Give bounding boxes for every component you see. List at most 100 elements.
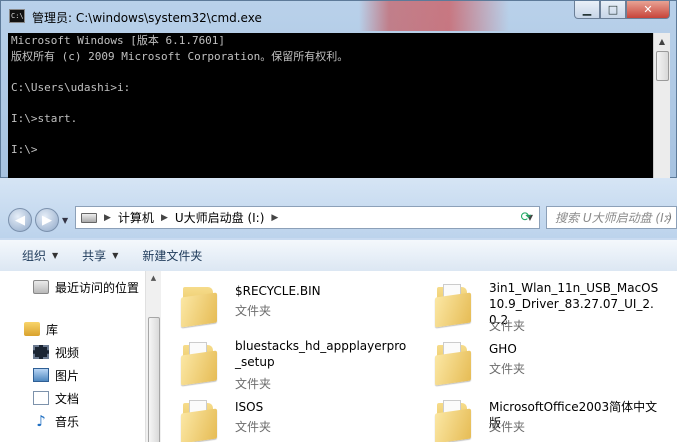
scrollbar-thumb[interactable] xyxy=(656,51,669,81)
folder-icon-front xyxy=(435,350,471,386)
nav-item-documents[interactable]: 文档 xyxy=(33,387,79,409)
console-line: 版权所有 (c) 2009 Microsoft Corporation。保留所有… xyxy=(11,49,349,63)
chevron-right-icon[interactable]: ▶ xyxy=(104,213,111,223)
folder-type: 文件夹 xyxy=(489,362,526,376)
folder-icon-front xyxy=(181,350,217,386)
address-bar[interactable]: ▶ 计算机 ▶ U大师启动盘 (I:) ▶ ▼ xyxy=(75,206,540,229)
breadcrumb-drive[interactable]: U大师启动盘 (I:) xyxy=(175,209,265,226)
navigation-pane-scrollbar[interactable]: ▲ xyxy=(145,271,161,442)
refresh-button[interactable]: ⟳ xyxy=(516,208,536,227)
arrow-left-icon: ◀ xyxy=(15,212,25,228)
console-prompt-line: I:\> xyxy=(11,142,38,156)
console-line: C:\Users\udashi>i: xyxy=(11,80,131,94)
explorer-navigation-bar: ◀ ▶ ▼ ▶ 计算机 ▶ U大师启动盘 (I:) ▶ ▼ ⟳ 搜索 U大师启动… xyxy=(0,178,677,238)
maximize-button[interactable]: □ xyxy=(600,1,626,19)
folder-icon xyxy=(435,341,475,386)
folder-icon xyxy=(435,399,475,442)
chevron-right-icon[interactable]: ▶ xyxy=(161,213,168,223)
folder-icon-front xyxy=(181,408,217,442)
pictures-library-icon xyxy=(33,368,49,382)
folder-item[interactable]: bluestacks_hd_appplayerpro_setup 文件夹 xyxy=(161,335,411,391)
explorer-window: ◀ ▶ ▼ ▶ 计算机 ▶ U大师启动盘 (I:) ▶ ▼ ⟳ 搜索 U大师启动… xyxy=(0,178,677,442)
search-input[interactable]: 搜索 U大师启动盘 (I:) ⌕ xyxy=(546,206,677,229)
folder-icon xyxy=(181,283,221,328)
folder-item[interactable]: GHO 文件夹 xyxy=(415,335,665,391)
recent-pages-dropdown-icon[interactable]: ▼ xyxy=(62,216,68,225)
folder-icon-front xyxy=(181,292,217,328)
folder-type: 文件夹 xyxy=(489,420,526,434)
folder-type: 文件夹 xyxy=(235,304,272,318)
nav-item-label: 库 xyxy=(46,322,59,337)
folder-item[interactable]: MicrosoftOffice2003简体中文版 文件夹 xyxy=(415,393,665,442)
cmd-title-bar[interactable]: C:\ 管理员: C:\windows\system32\cmd.exe ▁ □… xyxy=(1,1,676,33)
chevron-down-icon: ▼ xyxy=(112,251,119,260)
folder-icon xyxy=(181,399,221,442)
video-library-icon xyxy=(33,345,49,359)
recent-places-icon xyxy=(33,280,49,294)
forward-button[interactable]: ▶ xyxy=(35,208,59,232)
nav-item-label: 图片 xyxy=(55,368,80,383)
chevron-right-icon[interactable]: ▶ xyxy=(271,213,278,223)
nav-item-label: 最近访问的位置 xyxy=(55,280,140,295)
share-button[interactable]: 共享 ▼ xyxy=(70,247,130,264)
documents-library-icon xyxy=(33,391,49,405)
scroll-up-arrow-icon[interactable]: ▲ xyxy=(146,271,161,285)
back-button[interactable]: ◀ xyxy=(8,208,32,232)
folder-icon-front xyxy=(435,292,471,328)
music-note-icon: ♪ xyxy=(36,412,46,430)
file-list-pane: $RECYCLE.BIN 文件夹 3in1_Wlan_11n_USB_MacOS… xyxy=(161,271,677,442)
folder-item[interactable]: 3in1_Wlan_11n_USB_MacOS10.9_Driver_83.27… xyxy=(415,277,665,333)
folder-name: bluestacks_hd_appplayerpro_setup xyxy=(235,339,407,369)
window-controls: ▁ □ ✕ xyxy=(574,1,670,21)
cmd-window-title: 管理员: C:\windows\system32\cmd.exe xyxy=(32,11,262,25)
search-icon[interactable]: ⌕ xyxy=(665,210,672,225)
nav-item-pictures[interactable]: 图片 xyxy=(33,364,79,386)
folder-icon xyxy=(435,283,475,328)
nav-item-libraries[interactable]: 库 xyxy=(24,318,58,340)
scrollbar-thumb[interactable] xyxy=(148,317,160,442)
nav-item-label: 音乐 xyxy=(55,414,80,429)
folder-icon xyxy=(181,341,221,386)
chevron-down-icon: ▼ xyxy=(52,251,59,260)
command-toolbar: 组织 ▼ 共享 ▼ 新建文件夹 xyxy=(0,240,677,272)
folder-type: 文件夹 xyxy=(489,319,526,333)
library-folder-icon xyxy=(24,322,40,336)
cmd-vertical-scrollbar[interactable]: ▲ xyxy=(653,33,670,179)
folder-type: 文件夹 xyxy=(235,377,272,391)
cmd-window: C:\ 管理员: C:\windows\system32\cmd.exe ▁ □… xyxy=(0,0,677,179)
nav-item-label: 视频 xyxy=(55,345,80,360)
organize-label: 组织 xyxy=(22,249,47,263)
close-button[interactable]: ✕ xyxy=(626,1,670,19)
console-line: I:\>start. xyxy=(11,111,78,125)
nav-item-recent-places[interactable]: 最近访问的位置 xyxy=(33,276,139,298)
minimize-button[interactable]: ▁ xyxy=(574,1,600,19)
folder-type: 文件夹 xyxy=(235,420,272,434)
share-label: 共享 xyxy=(82,249,107,263)
cmd-app-icon[interactable]: C:\ xyxy=(9,9,25,23)
folder-icon-front xyxy=(435,408,471,442)
nav-item-video[interactable]: 视频 xyxy=(33,341,79,363)
folder-name: ISOS xyxy=(235,400,264,414)
nav-item-music[interactable]: ♪ 音乐 xyxy=(33,410,79,432)
folder-item[interactable]: ISOS 文件夹 xyxy=(161,393,411,442)
cmd-console-output[interactable]: Microsoft Windows [版本 6.1.7601] 版权所有 (c)… xyxy=(8,33,653,179)
refresh-icon: ⟳ xyxy=(520,210,532,225)
nav-item-label: 文档 xyxy=(55,391,80,406)
scroll-up-arrow-icon[interactable]: ▲ xyxy=(654,33,670,49)
new-folder-label: 新建文件夹 xyxy=(142,249,203,263)
folder-name: $RECYCLE.BIN xyxy=(235,284,321,298)
console-line: Microsoft Windows [版本 6.1.7601] xyxy=(11,34,226,47)
arrow-right-icon: ▶ xyxy=(42,212,52,228)
breadcrumb-computer[interactable]: 计算机 xyxy=(118,209,154,226)
title-bar-background-decoration xyxy=(359,1,509,31)
folder-name: GHO xyxy=(489,342,517,356)
search-placeholder: 搜索 U大师启动盘 (I:) xyxy=(555,211,673,225)
navigation-pane: 最近访问的位置 库 视频 图片 文档 ♪ 音乐 ▲ xyxy=(0,271,161,442)
computer-drive-icon xyxy=(81,212,97,223)
organize-button[interactable]: 组织 ▼ xyxy=(0,247,70,264)
folder-item[interactable]: $RECYCLE.BIN 文件夹 xyxy=(161,277,411,333)
new-folder-button[interactable]: 新建文件夹 xyxy=(130,247,214,264)
